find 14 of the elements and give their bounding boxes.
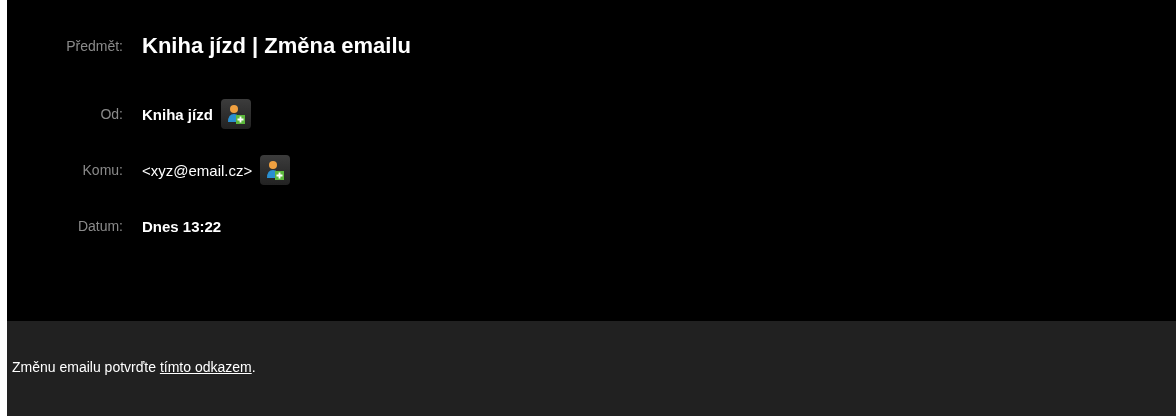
- field-label: Datum:: [76, 218, 123, 234]
- field-value: Kniha jízd: [142, 105, 213, 123]
- confirm-link[interactable]: tímto odkazem: [159, 359, 252, 375]
- add-contact-button[interactable]: [260, 155, 291, 185]
- field-value: Dnes 13:22: [142, 217, 222, 235]
- message-text: Změnu emailu potvrďte tímto odkazem.: [12, 359, 257, 375]
- person-plus-icon: [266, 160, 285, 180]
- person-plus-icon: [226, 104, 245, 124]
- field-label: Komu:: [81, 162, 123, 178]
- field-value: <xyz@email.cz>: [142, 161, 253, 179]
- subject-label: Předmět:: [65, 38, 123, 54]
- field-label: Od:: [99, 106, 123, 122]
- subject-title: Kniha jízd | Změna emailu: [142, 33, 411, 59]
- add-contact-button[interactable]: [220, 99, 251, 129]
